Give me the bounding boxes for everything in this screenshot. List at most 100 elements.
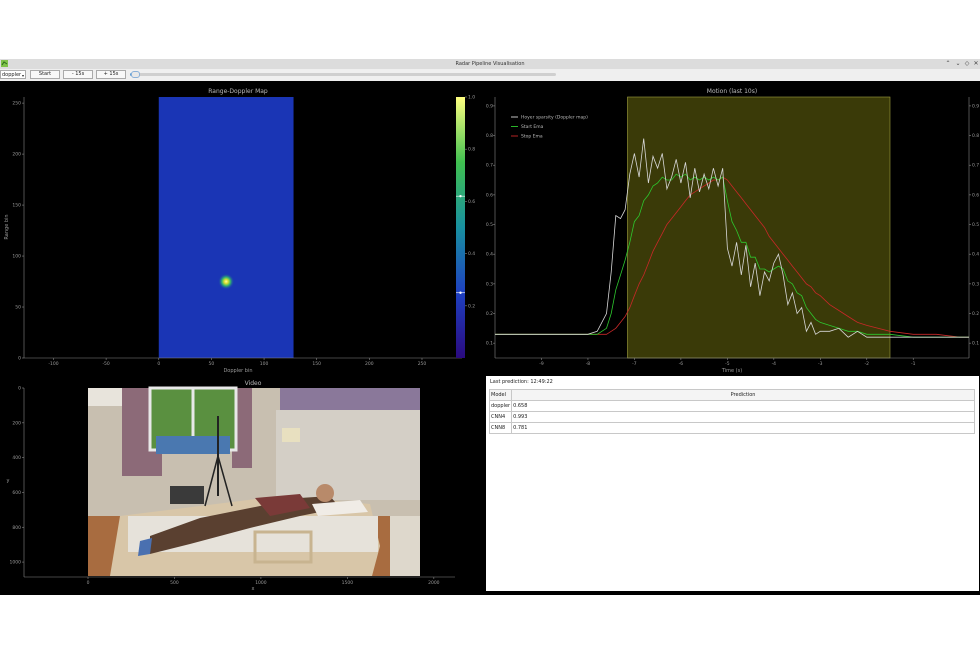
video-y-tick-label: 0: [18, 386, 21, 392]
rd-y-tick-label: 0: [18, 356, 21, 362]
model-cell: CNN4: [488, 411, 513, 423]
chevron-down-icon: ▾: [21, 73, 24, 78]
mode-select[interactable]: doppler ▾: [0, 70, 26, 79]
video-x-tick-label: 0: [87, 580, 90, 586]
rd-y-tick-label: 200: [12, 152, 21, 158]
colorbar-tick-label: 0.4: [468, 251, 475, 257]
motion-y-tick-label-right: 0.2: [972, 311, 979, 317]
rd-y-tick-label: 150: [12, 203, 21, 209]
table-row[interactable]: CNN4 0.993: [488, 411, 975, 423]
motion-x-tick-label: -9: [539, 361, 544, 367]
video-y-tick-label: 600: [12, 490, 21, 496]
table-row[interactable]: doppler 0.658: [488, 400, 975, 412]
motion-highlight-span[interactable]: [627, 96, 891, 359]
video-frame[interactable]: [88, 386, 420, 576]
colorbar-level-handle[interactable]: [459, 291, 462, 294]
chevron-down-icon[interactable]: ⌄: [954, 59, 962, 69]
video-title: Video: [245, 380, 262, 387]
colorbar-tick-label: 1.0: [468, 95, 475, 101]
rd-ylabel: Range bin: [4, 214, 10, 239]
motion-x-tick-label: -1: [911, 361, 916, 367]
motion-panel: Motion (last 10s) -9 -8 -7 -6 -5 -4 -3 -2 -1 0.1…: [486, 88, 979, 374]
column-header-model[interactable]: Model: [488, 389, 513, 401]
motion-y-tick-label-right: 0.7: [972, 163, 979, 169]
range-doppler-plot[interactable]: [158, 97, 294, 358]
motion-x-tick-label: -7: [632, 361, 637, 367]
range-doppler-title: Range-Doppler Map: [208, 88, 268, 95]
app-window: Radar Pipeline Visualisation ⌃ ⌄ ◇ ✕ dop…: [0, 59, 980, 595]
video-y-tick-label: 200: [12, 420, 21, 426]
rd-x-tick-label: -100: [48, 361, 58, 367]
legend-label: Start Ema: [521, 124, 544, 130]
motion-y-tick-label-right: 0.6: [972, 192, 979, 198]
rd-x-tick-label: 250: [418, 361, 427, 367]
motion-y-tick-label: 0.1: [486, 341, 493, 347]
range-doppler-panel: Range-Doppler Map -100 -50 0 50 100 150 200 250…: [4, 88, 475, 374]
motion-y-tick-label-right: 0.1: [972, 341, 979, 347]
motion-y-tick-label-right: 0.5: [972, 222, 979, 228]
motion-y-tick-label: 0.6: [486, 192, 493, 198]
timeline-slider-handle[interactable]: [131, 71, 140, 78]
legend-label: Hoyer sparsity (Doppler map): [521, 115, 588, 121]
rd-x-tick-label: 150: [312, 361, 321, 367]
video-y-tick-label: 800: [12, 525, 21, 531]
motion-x-tick-label: -5: [725, 361, 730, 367]
start-button[interactable]: Start: [30, 70, 60, 79]
motion-x-tick-label: -4: [772, 361, 777, 367]
motion-y-tick-label-right: 0.8: [972, 133, 979, 139]
range-doppler-heatmap: [158, 97, 294, 358]
mode-select-value: doppler: [2, 72, 22, 78]
motion-y-tick-label: 0.3: [486, 281, 493, 287]
prediction-panel: Last prediction: 12:49:22 Model Predicti…: [486, 376, 979, 591]
rd-x-tick-label: -50: [102, 361, 109, 367]
rd-xlabel: Doppler bin: [223, 368, 252, 374]
motion-x-tick-label: -6: [679, 361, 684, 367]
restore-icon[interactable]: ◇: [963, 59, 971, 69]
rd-x-tick-label: 50: [209, 361, 215, 367]
video-y-tick-label: 400: [12, 455, 21, 461]
video-panel: Video 0 500 1000 1500 2000 0200400600800…: [7, 380, 455, 592]
rd-x-tick-label: 100: [260, 361, 269, 367]
motion-x-tick-label: -3: [818, 361, 823, 367]
video-ylabel: y: [7, 478, 10, 484]
motion-y-tick-label: 0.5: [486, 222, 493, 228]
colorbar-tick-label: 0.8: [468, 147, 475, 153]
motion-y-tick-label: 0.4: [486, 252, 493, 258]
motion-y-tick-label: 0.9: [486, 103, 493, 109]
motion-xlabel: Time (s): [721, 368, 742, 374]
model-cell: doppler: [488, 400, 513, 412]
back-15s-button[interactable]: - 15s: [63, 70, 93, 79]
legend-label: Stop Ema: [521, 134, 543, 140]
range-doppler-peak: [218, 273, 235, 290]
forward-15s-button[interactable]: + 15s: [96, 70, 126, 79]
motion-title: Motion (last 10s): [707, 88, 757, 95]
rd-y-tick-label: 250: [12, 101, 21, 107]
colorbar-tick-label: 0.2: [468, 303, 475, 309]
close-icon[interactable]: ✕: [972, 59, 980, 69]
model-cell: CNN8: [488, 422, 513, 434]
rd-y-tick-label: 50: [15, 305, 21, 311]
prediction-cell: 0.658: [511, 400, 975, 412]
colorbar-tick-label: 0.6: [468, 199, 475, 205]
video-xlabel: x: [252, 586, 255, 592]
chevron-up-icon[interactable]: ⌃: [944, 59, 952, 69]
motion-y-tick-label-right: 0.9: [972, 103, 979, 109]
motion-x-tick-label: -2: [865, 361, 870, 367]
window-title: Radar Pipeline Visualisation: [455, 61, 525, 67]
rd-x-tick-label: 0: [157, 361, 160, 367]
toolbar: doppler ▾ Start - 15s + 15s: [0, 69, 980, 81]
column-header-prediction[interactable]: Prediction: [511, 389, 975, 401]
video-x-tick-label: 1500: [342, 580, 354, 586]
timeline-slider[interactable]: [130, 73, 556, 76]
table-row[interactable]: CNN8 0.781: [488, 422, 975, 434]
colorbar-level-handle[interactable]: [459, 194, 462, 198]
video-x-tick-label: 1000: [255, 580, 267, 586]
motion-y-tick-label-right: 0.4: [972, 252, 979, 258]
motion-y-tick-label-right: 0.3: [972, 281, 979, 287]
video-y-tick-label: 1000: [10, 560, 22, 566]
colorbar[interactable]: [456, 97, 465, 358]
motion-x-tick-label: -8: [586, 361, 591, 367]
motion-y-tick-label: 0.2: [486, 311, 493, 317]
prediction-cell: 0.781: [511, 422, 975, 434]
rd-x-tick-label: 200: [365, 361, 374, 367]
